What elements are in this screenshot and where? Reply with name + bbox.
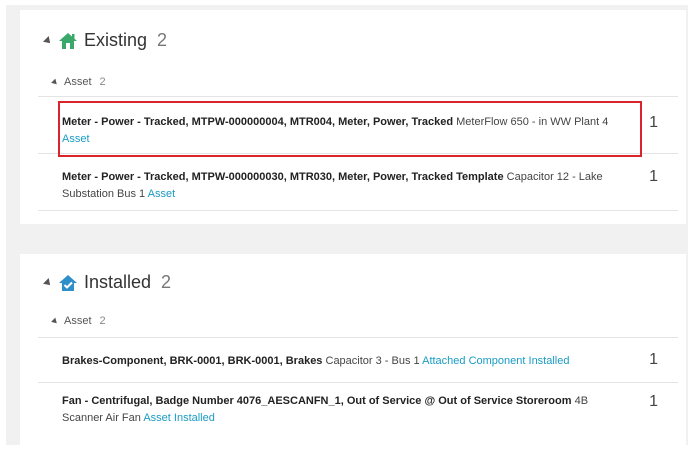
caret-down-icon[interactable]: [43, 35, 53, 46]
item-count: 1: [649, 168, 658, 185]
item-title: Meter - Power - Tracked, MTPW-000000030,…: [62, 171, 504, 183]
list-item[interactable]: Brakes-Component, BRK-0001, BRK-0001, Br…: [38, 337, 678, 382]
section-title: Existing: [84, 30, 148, 50]
list-item-text: Brakes-Component, BRK-0001, BRK-0001, Br…: [62, 353, 622, 370]
caret-down-icon[interactable]: [51, 78, 59, 86]
highlight-box: [58, 101, 642, 157]
group-label: Asset: [64, 315, 92, 327]
list-item[interactable]: Fan - Centrifugal, Badge Number 4076_AES…: [38, 382, 678, 439]
list-item-text: Meter - Power - Tracked, MTPW-000000030,…: [62, 169, 622, 203]
house-check-icon: [59, 274, 77, 291]
group-count: 2: [99, 315, 106, 327]
existing-section-header[interactable]: Existing 2: [43, 30, 168, 51]
installed-card: Installed 2 Asset 2 Brakes-Component, BR…: [20, 254, 686, 450]
asset-group-header[interactable]: Asset 2: [51, 76, 106, 88]
item-count: 1: [649, 114, 658, 131]
item-title: Fan - Centrifugal, Badge Number 4076_AES…: [62, 395, 572, 407]
asset-group-header[interactable]: Asset 2: [51, 315, 106, 327]
section-count: 2: [161, 272, 172, 292]
list-item-text: Fan - Centrifugal, Badge Number 4076_AES…: [62, 393, 622, 427]
house-icon: [59, 32, 77, 49]
group-count: 2: [99, 76, 106, 88]
installed-section-header[interactable]: Installed 2: [43, 272, 172, 293]
item-title: Brakes-Component, BRK-0001, BRK-0001, Br…: [62, 355, 323, 367]
item-type-link[interactable]: Attached Component Installed: [422, 355, 569, 367]
group-label: Asset: [64, 76, 92, 88]
section-count: 2: [157, 30, 168, 50]
item-count: 1: [649, 393, 658, 410]
caret-down-icon[interactable]: [43, 277, 53, 288]
panel-background: Existing 2 Asset 2 Meter - Power - Track…: [6, 5, 688, 450]
item-type-link[interactable]: Asset: [148, 188, 176, 200]
item-detail: Capacitor 3 - Bus 1: [322, 355, 423, 367]
item-count: 1: [649, 351, 658, 368]
section-title: Installed: [84, 272, 152, 292]
list-item[interactable]: Meter - Power - Tracked, MTPW-000000030,…: [38, 153, 678, 211]
item-type-link[interactable]: Asset Installed: [143, 412, 215, 424]
caret-down-icon[interactable]: [51, 317, 59, 325]
